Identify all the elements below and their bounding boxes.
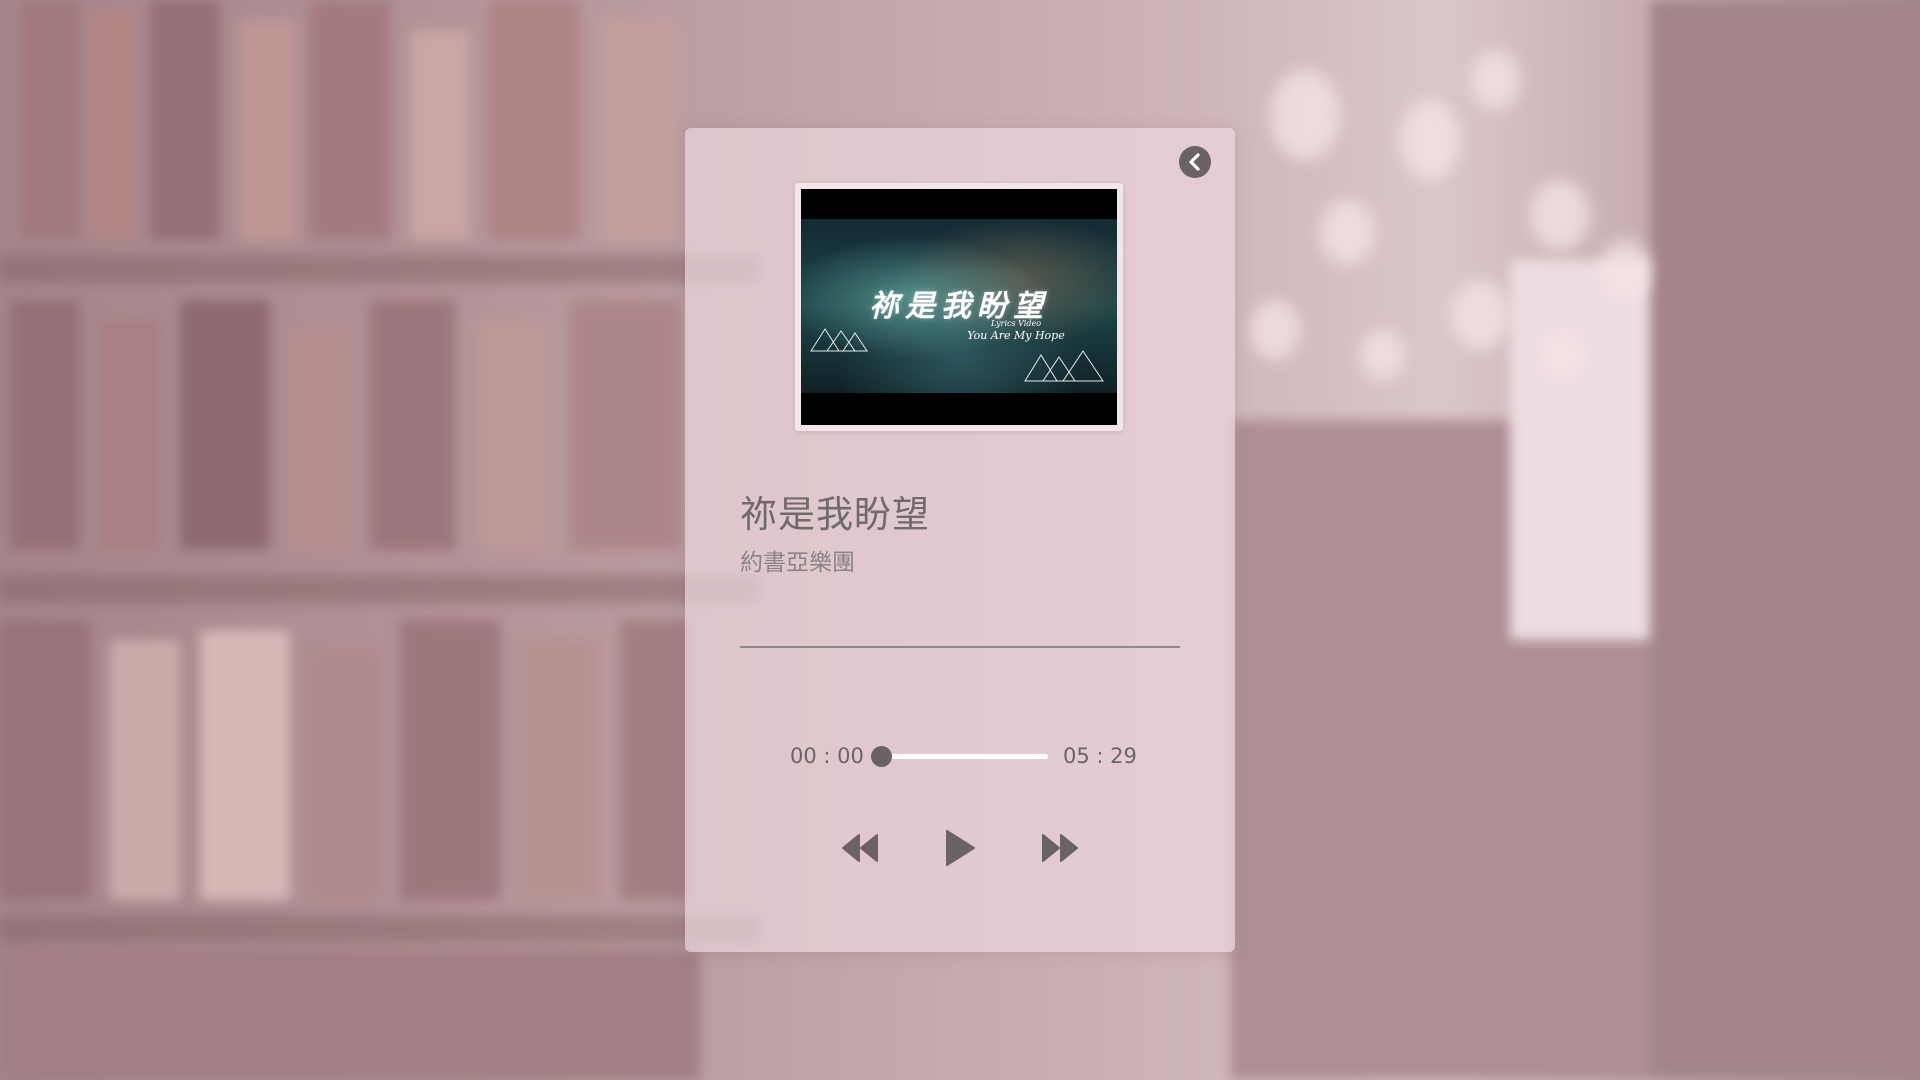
song-artist: 約書亞樂團 xyxy=(740,550,855,576)
chevron-left-icon xyxy=(1187,153,1203,171)
cover-subtitle: Lyrics Video You Are My Hope xyxy=(961,319,1071,343)
progress-bar[interactable] xyxy=(871,746,1048,767)
play-icon xyxy=(943,828,977,868)
music-player-card: 祢是我盼望 Lyrics Video You Are My Hope 祢是我盼望… xyxy=(685,128,1235,952)
fast-forward-icon xyxy=(1040,833,1080,863)
triangles-right-icon xyxy=(1024,350,1104,382)
rewind-icon xyxy=(840,833,880,863)
play-button[interactable] xyxy=(940,828,980,868)
next-button[interactable] xyxy=(1038,830,1082,866)
total-time: 05 : 29 xyxy=(1063,744,1137,768)
divider xyxy=(740,646,1180,648)
current-time: 00 : 00 xyxy=(790,744,864,768)
cover-subtitle-en: You Are My Hope xyxy=(967,329,1065,342)
triangles-left-icon xyxy=(810,328,868,352)
album-cover: 祢是我盼望 Lyrics Video You Are My Hope xyxy=(801,189,1117,425)
cover-subtitle-small: Lyrics Video xyxy=(990,319,1042,328)
previous-button[interactable] xyxy=(838,830,882,866)
song-title: 祢是我盼望 xyxy=(740,493,930,536)
back-button[interactable] xyxy=(1179,146,1211,178)
album-cover-art: 祢是我盼望 Lyrics Video You Are My Hope xyxy=(801,219,1117,393)
album-cover-frame: 祢是我盼望 Lyrics Video You Are My Hope xyxy=(795,183,1123,431)
progress-knob[interactable] xyxy=(871,746,892,767)
